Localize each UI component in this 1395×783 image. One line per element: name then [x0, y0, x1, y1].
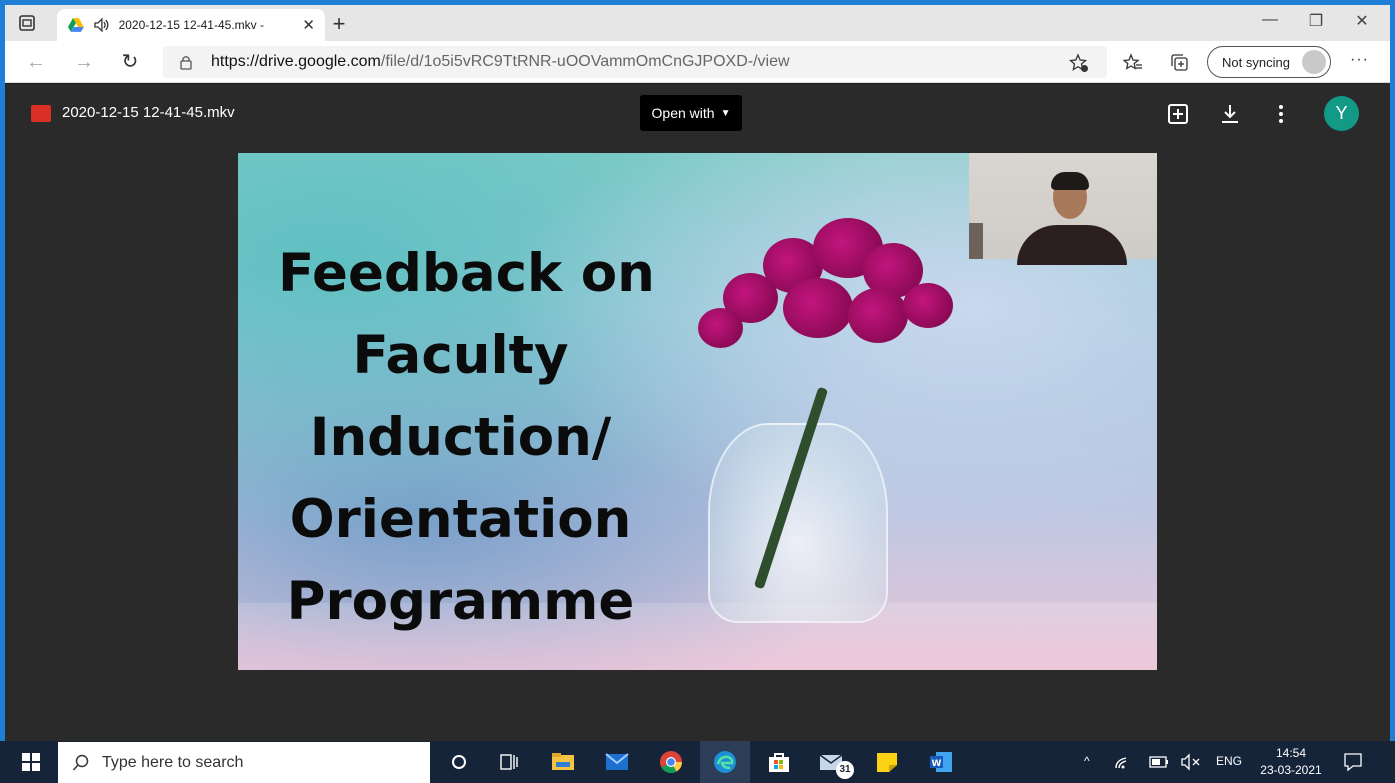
back-button[interactable]: ← — [23, 50, 49, 74]
address-bar[interactable]: https://drive.google.com/file/d/1o5i5vRC… — [163, 46, 1107, 78]
lock-icon[interactable] — [179, 54, 193, 70]
drive-viewer: 2020-12-15 12-41-45.mkv Open with ▼ Y Fe… — [5, 84, 1390, 741]
url-host: https://drive.google.com — [211, 53, 381, 70]
language-indicator[interactable]: ENG — [1216, 754, 1242, 768]
open-with-label: Open with — [651, 105, 715, 121]
battery-icon[interactable] — [1148, 753, 1170, 771]
windows-taskbar: Type here to search 31 W ^ ENG 14:54 23-… — [0, 741, 1395, 783]
chrome-icon[interactable] — [658, 750, 684, 774]
notifications-icon[interactable] — [1342, 751, 1364, 773]
slide-line: Faculty — [352, 325, 569, 386]
word-icon[interactable]: W — [928, 750, 954, 774]
open-with-button[interactable]: Open with ▼ — [640, 95, 742, 131]
slide-line: Programme — [286, 571, 635, 632]
collections-icon[interactable] — [1170, 53, 1190, 73]
file-explorer-icon[interactable] — [550, 750, 576, 774]
favorites-icon[interactable] — [1123, 53, 1143, 73]
search-placeholder: Type here to search — [102, 753, 244, 771]
mail-badge-app[interactable]: 31 — [818, 749, 854, 779]
taskbar-search[interactable]: Type here to search — [58, 742, 430, 783]
clock-date: 23-03-2021 — [1260, 763, 1322, 777]
download-icon[interactable] — [1218, 102, 1242, 126]
navigation-bar: ← → ↻ https://drive.google.com/file/d/1o… — [5, 41, 1390, 83]
sticky-notes-icon[interactable] — [874, 750, 900, 774]
tab-actions-icon[interactable] — [17, 13, 37, 33]
profile-sync-button[interactable]: Not syncing — [1207, 46, 1331, 78]
wifi-icon[interactable] — [1112, 752, 1132, 772]
more-actions-icon[interactable] — [1269, 102, 1293, 126]
account-avatar[interactable]: Y — [1324, 96, 1359, 131]
caret-down-icon: ▼ — [720, 107, 731, 119]
forward-button[interactable]: → — [71, 50, 97, 74]
profile-avatar-icon — [1302, 50, 1326, 74]
cortana-icon[interactable] — [446, 750, 472, 774]
store-icon[interactable] — [766, 750, 792, 774]
minimize-button[interactable]: — — [1247, 11, 1293, 29]
settings-more-button[interactable]: ··· — [1350, 51, 1369, 69]
task-view-icon[interactable] — [496, 750, 522, 774]
video-file-icon — [31, 105, 51, 122]
file-name: 2020-12-15 12-41-45.mkv — [62, 104, 235, 121]
close-window-button[interactable]: ✕ — [1339, 11, 1385, 31]
slide-line: Feedback on — [278, 243, 655, 304]
tab-strip: 2020-12-15 12-41-45.mkv - ✕ + — ❐ ✕ — [5, 5, 1390, 41]
clock-time: 14:54 — [1275, 746, 1307, 760]
add-shortcut-icon[interactable] — [1166, 102, 1190, 126]
slide-title: Feedback on Faculty Induction/ Orientati… — [278, 233, 655, 643]
mail-count-badge: 31 — [836, 761, 854, 779]
video-player[interactable]: Feedback on Faculty Induction/ Orientati… — [238, 153, 1157, 670]
url-path: /file/d/1o5i5vRC9TtRNR-uOOVammOmCnGJPOXD… — [380, 53, 790, 70]
tab-title: 2020-12-15 12-41-45.mkv - — [118, 18, 264, 32]
clock[interactable]: 14:54 23-03-2021 — [1254, 745, 1328, 779]
mail-app-icon[interactable] — [604, 750, 630, 774]
add-favorite-icon[interactable] — [1069, 53, 1089, 73]
svg-text:W: W — [932, 759, 942, 769]
volume-muted-icon[interactable] — [1180, 753, 1202, 771]
new-tab-button[interactable]: + — [327, 13, 351, 37]
slide-line: Induction/ — [309, 407, 612, 468]
viewer-header: 2020-12-15 12-41-45.mkv Open with ▼ Y — [5, 84, 1390, 144]
show-hidden-icons-button[interactable]: ^ — [1084, 754, 1090, 768]
refresh-button[interactable]: ↻ — [117, 50, 143, 74]
browser-tab[interactable]: 2020-12-15 12-41-45.mkv - ✕ — [57, 9, 325, 41]
webcam-overlay — [969, 153, 1157, 265]
google-drive-icon — [67, 18, 84, 32]
restore-button[interactable]: ❐ — [1293, 11, 1339, 31]
flower-bouquet — [683, 218, 973, 378]
slide-line: Orientation — [289, 489, 632, 550]
sync-status-label: Not syncing — [1222, 54, 1290, 70]
windows-start-icon[interactable] — [22, 753, 40, 771]
speaker-icon[interactable] — [93, 17, 111, 33]
url-text: https://drive.google.com/file/d/1o5i5vRC… — [211, 53, 790, 71]
tab-close-icon[interactable]: ✕ — [302, 16, 315, 34]
search-icon — [72, 754, 89, 771]
edge-browser-icon[interactable] — [712, 750, 738, 774]
